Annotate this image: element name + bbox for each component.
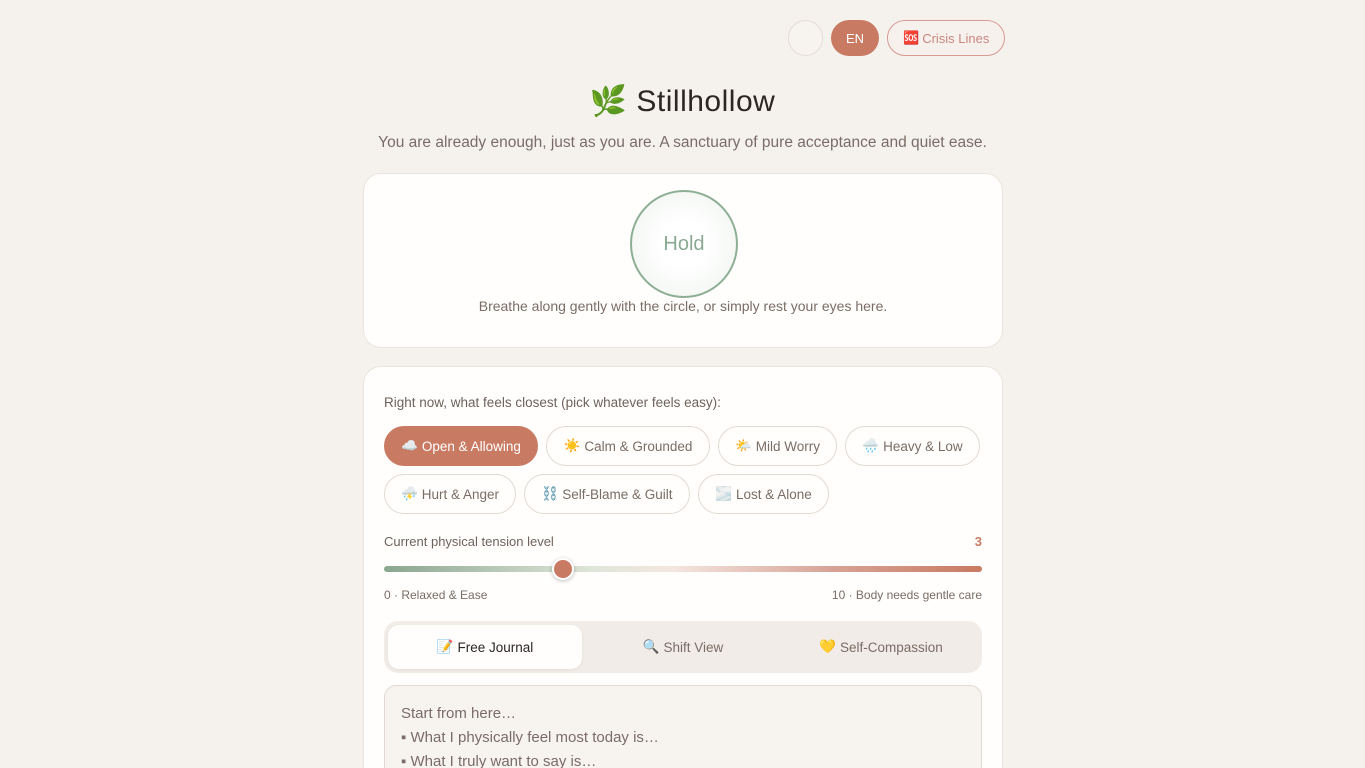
top-bar: EN 🆘 Crisis Lines: [788, 20, 1006, 56]
mood-chip-calm-grounded[interactable]: ☀️ Calm & Grounded: [546, 426, 710, 466]
journal-mode-tabs: 📝 Free Journal 🔍 Shift View 💛 Self-Compa…: [384, 621, 982, 673]
mood-chip-label: Mild Worry: [755, 438, 821, 454]
mood-chip-hurt-anger[interactable]: ⛈️ Hurt & Anger: [384, 474, 516, 514]
mood-chip-lost-alone[interactable]: 🌫️ Lost & Alone: [698, 474, 829, 514]
breathing-circle: Hold: [630, 190, 738, 298]
mood-chip-label: Open & Allowing: [421, 438, 521, 454]
mood-prompt: Right now, what feels closest (pick what…: [384, 395, 721, 410]
tab-label: Shift View: [663, 639, 724, 655]
journal-placeholder-line: Start from here…: [401, 705, 517, 722]
mood-chip-mild-worry[interactable]: 🌤️ Mild Worry: [718, 426, 837, 466]
memo-icon: 📝: [436, 639, 454, 654]
app-name: Stillhollow: [636, 85, 776, 118]
theme-toggle-button[interactable]: [788, 20, 823, 56]
mood-chip-label: Hurt & Anger: [421, 486, 500, 502]
mood-chip-label: Heavy & Low: [883, 438, 963, 454]
crisis-lines-button[interactable]: 🆘 Crisis Lines: [887, 20, 1006, 56]
mood-chip-heavy-low[interactable]: 🌧️ Heavy & Low: [845, 426, 980, 466]
heart-icon: 💛: [819, 639, 836, 654]
tab-free-journal[interactable]: 📝 Free Journal: [388, 625, 582, 669]
crisis-lines-label: Crisis Lines: [922, 30, 990, 46]
sun-icon: ☀️: [563, 438, 581, 453]
journal-placeholder-line: ▪ What I truly want to say is…: [401, 753, 597, 768]
fog-icon: 🌫️: [715, 486, 732, 501]
magnifier-icon: 🔍: [642, 639, 660, 654]
language-button[interactable]: EN: [831, 20, 879, 56]
mood-chip-label: Lost & Alone: [736, 486, 812, 502]
tension-value: 3: [974, 534, 982, 549]
leaf-icon: 🌿: [589, 85, 628, 118]
sun-cloud-icon: 🌤️: [734, 438, 752, 453]
cloud-icon: ☁️: [401, 438, 418, 453]
breathing-caption: Breathe along gently with the circle, or…: [478, 298, 888, 314]
chain-icon: ⛓️: [541, 486, 559, 501]
checkin-card: Right now, what feels closest (pick what…: [363, 366, 1003, 768]
rain-cloud-icon: 🌧️: [862, 438, 880, 453]
mood-chip-label: Calm & Grounded: [584, 438, 693, 454]
tension-slider-thumb[interactable]: [552, 558, 575, 580]
mood-chip-self-blame-guilt[interactable]: ⛓️ Self-Blame & Guilt: [524, 474, 690, 514]
mood-chip-open-allowing[interactable]: ☁️ Open & Allowing: [384, 426, 538, 466]
journal-textarea[interactable]: Start from here… ▪ What I physically fee…: [384, 685, 982, 768]
tab-shift-view[interactable]: 🔍 Shift View: [586, 625, 780, 669]
breathing-card: Hold Breathe along gently with the circl…: [363, 173, 1003, 348]
breathing-phase-label: Hold: [663, 232, 705, 255]
sos-icon: 🆘: [903, 30, 920, 45]
tension-label: Current physical tension level: [384, 534, 554, 549]
page-subtitle: You are already enough, just as you are.…: [378, 134, 987, 151]
mood-chip-label: Self-Blame & Guilt: [562, 486, 673, 502]
tension-slider[interactable]: [384, 558, 982, 580]
tab-label: Self-Compassion: [840, 639, 943, 655]
storm-icon: ⛈️: [400, 486, 418, 501]
tension-min-label: 0 · Relaxed & Ease: [384, 588, 488, 602]
journal-placeholder-line: ▪ What I physically feel most today is…: [401, 729, 659, 746]
tension-max-label: 10 · Body needs gentle care: [831, 588, 982, 602]
tab-label: Free Journal: [457, 639, 534, 655]
page-title: 🌿 Stillhollow: [0, 84, 1365, 119]
tab-self-compassion[interactable]: 💛 Self-Compassion: [784, 625, 978, 669]
